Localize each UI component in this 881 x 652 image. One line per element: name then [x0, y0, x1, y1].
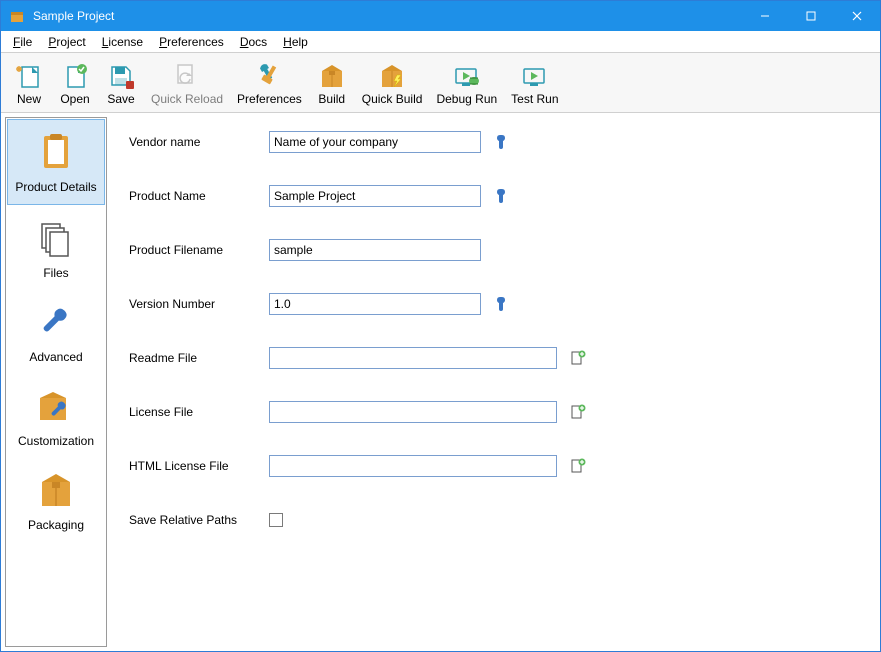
license-file-browse-icon[interactable]	[569, 403, 587, 421]
vendor-name-input[interactable]	[269, 131, 481, 153]
preferences-button[interactable]: Preferences	[231, 58, 308, 108]
save-icon	[105, 60, 137, 92]
menu-project[interactable]: Project	[42, 33, 91, 51]
sidebar-item-label: Advanced	[29, 350, 82, 364]
debug-run-label: Debug Run	[436, 92, 497, 106]
build-label: Build	[318, 92, 345, 106]
debug-run-button[interactable]: Debug Run	[430, 58, 503, 108]
new-label: New	[17, 92, 41, 106]
sidebar: Product Details Files Advanced Customiza…	[5, 117, 107, 647]
open-label: Open	[60, 92, 89, 106]
version-number-config-icon[interactable]	[493, 295, 511, 313]
test-run-icon	[519, 60, 551, 92]
row-vendor-name: Vendor name	[129, 131, 860, 153]
preferences-label: Preferences	[237, 92, 302, 106]
row-product-name: Product Name	[129, 185, 860, 207]
save-relative-paths-checkbox[interactable]	[269, 513, 283, 527]
build-button[interactable]: Build	[310, 58, 354, 108]
menu-preferences[interactable]: Preferences	[153, 33, 230, 51]
vendor-name-config-icon[interactable]	[493, 133, 511, 151]
quick-build-button[interactable]: Quick Build	[356, 58, 429, 108]
save-label: Save	[107, 92, 134, 106]
sidebar-item-packaging[interactable]: Packaging	[6, 458, 106, 542]
menu-help[interactable]: Help	[277, 33, 314, 51]
row-html-license-file: HTML License File	[129, 455, 860, 477]
sidebar-item-customization[interactable]: Customization	[6, 374, 106, 458]
readme-file-label: Readme File	[129, 351, 269, 365]
menu-license[interactable]: License	[96, 33, 149, 51]
product-filename-label: Product Filename	[129, 243, 269, 257]
save-relative-paths-label: Save Relative Paths	[129, 513, 269, 527]
debug-run-icon	[451, 60, 483, 92]
readme-file-browse-icon[interactable]	[569, 349, 587, 367]
quick-reload-label: Quick Reload	[151, 92, 223, 106]
sidebar-item-label: Customization	[18, 434, 94, 448]
product-name-config-icon[interactable]	[493, 187, 511, 205]
quick-reload-icon	[171, 60, 203, 92]
sidebar-item-product-details[interactable]: Product Details	[7, 119, 105, 205]
license-file-input[interactable]	[269, 401, 557, 423]
product-filename-input[interactable]	[269, 239, 481, 261]
close-button[interactable]	[834, 1, 880, 31]
sidebar-item-label: Product Details	[15, 180, 96, 194]
window-title: Sample Project	[33, 9, 742, 23]
license-file-label: License File	[129, 405, 269, 419]
save-button[interactable]: Save	[99, 58, 143, 108]
toolbar: New Open Save Quick Reload Preferences B…	[1, 53, 880, 113]
titlebar: Sample Project	[1, 1, 880, 31]
sidebar-item-label: Files	[43, 266, 68, 280]
customization-icon	[32, 382, 80, 430]
menu-file[interactable]: File	[7, 33, 38, 51]
test-run-label: Test Run	[511, 92, 558, 106]
product-name-label: Product Name	[129, 189, 269, 203]
quick-reload-button: Quick Reload	[145, 58, 229, 108]
test-run-button[interactable]: Test Run	[505, 58, 564, 108]
html-license-file-label: HTML License File	[129, 459, 269, 473]
form-panel: Vendor name Product Name Product Filenam…	[109, 113, 880, 651]
product-name-input[interactable]	[269, 185, 481, 207]
sidebar-item-files[interactable]: Files	[6, 206, 106, 290]
menu-docs[interactable]: Docs	[234, 33, 273, 51]
row-save-relative-paths: Save Relative Paths	[129, 509, 860, 531]
html-license-file-input[interactable]	[269, 455, 557, 477]
row-license-file: License File	[129, 401, 860, 423]
version-number-label: Version Number	[129, 297, 269, 311]
maximize-button[interactable]	[788, 1, 834, 31]
content-area: Product Details Files Advanced Customiza…	[1, 113, 880, 651]
clipboard-icon	[32, 128, 80, 176]
files-icon	[32, 214, 80, 262]
row-readme-file: Readme File	[129, 347, 860, 369]
row-version-number: Version Number	[129, 293, 860, 315]
readme-file-input[interactable]	[269, 347, 557, 369]
app-icon	[9, 8, 25, 24]
packaging-icon	[32, 466, 80, 514]
row-product-filename: Product Filename	[129, 239, 860, 261]
sidebar-item-advanced[interactable]: Advanced	[6, 290, 106, 374]
sidebar-item-label: Packaging	[28, 518, 84, 532]
quick-build-icon	[376, 60, 408, 92]
wrench-icon	[32, 298, 80, 346]
html-license-file-browse-icon[interactable]	[569, 457, 587, 475]
minimize-button[interactable]	[742, 1, 788, 31]
open-icon	[59, 60, 91, 92]
open-button[interactable]: Open	[53, 58, 97, 108]
quick-build-label: Quick Build	[362, 92, 423, 106]
build-icon	[316, 60, 348, 92]
menubar: File Project License Preferences Docs He…	[1, 31, 880, 53]
version-number-input[interactable]	[269, 293, 481, 315]
preferences-icon	[253, 60, 285, 92]
new-icon	[13, 60, 45, 92]
new-button[interactable]: New	[7, 58, 51, 108]
vendor-name-label: Vendor name	[129, 135, 269, 149]
